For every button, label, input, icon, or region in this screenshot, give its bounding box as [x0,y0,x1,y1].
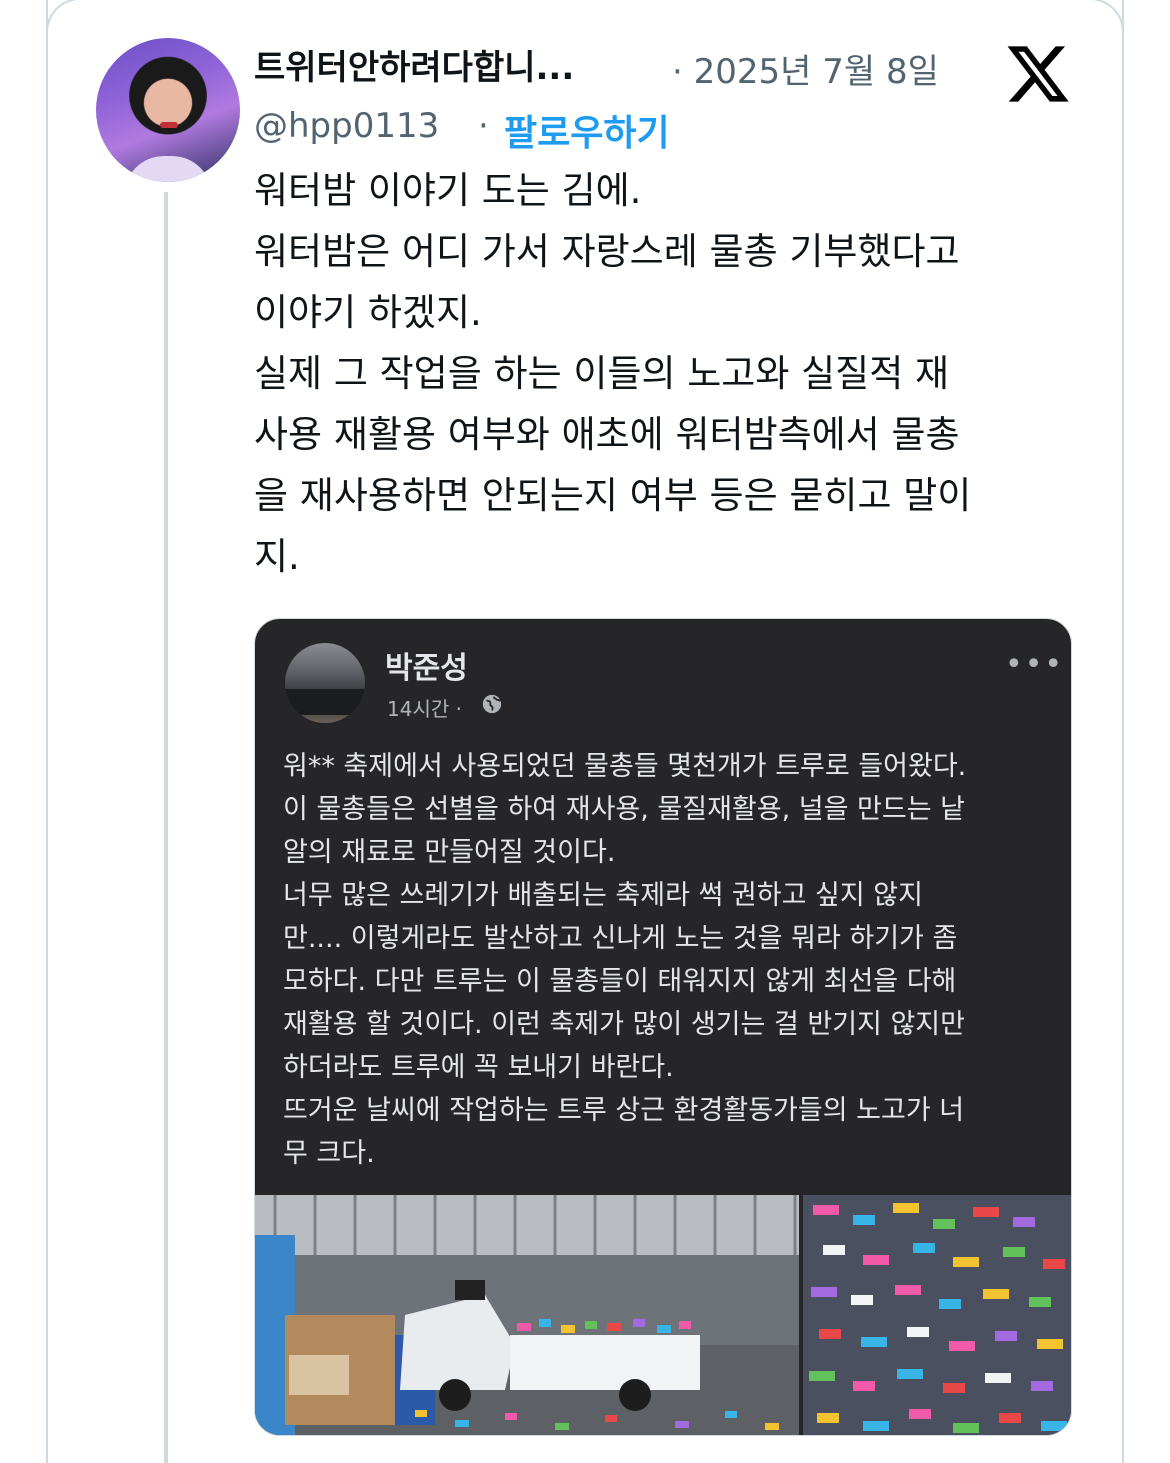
thread-line [164,192,168,1463]
post-text-line: 이 물총들은 선별을 하여 재사용, 물질재활용, 널을 만드는 낱 [283,794,965,825]
post-text-line: 만.... 이렇게라도 발산하고 신나게 노는 것을 뭐라 하기가 좀 [283,923,958,954]
post-time: 14시간 · [387,697,462,721]
tweet-date[interactable]: · 2025년 7월 8일 [672,44,939,93]
display-name[interactable]: 트위터안하려다합니... [254,40,574,89]
tweet-media-image[interactable]: 박준성 14시간 · ••• 워** 축제에서 사용되었던 물총들 몇천개가 트… [254,618,1072,1436]
post-text-line: 재활용 할 것이다. 이런 축제가 많이 생기는 걸 반기지 않지만 [283,1009,965,1040]
post-text-line: 뜨거운 날씨에 작업하는 트루 상근 환경활동가들의 노고가 너 [283,1095,965,1126]
post-text-line: 너무 많은 쓰레기가 배출되는 축제라 썩 권하고 싶지 않지 [283,880,923,911]
tweet-text-line: 실제 그 작업을 하는 이들의 노고와 실질적 재 [254,352,950,395]
post-author-name: 박준성 [385,651,468,686]
user-handle[interactable]: @hpp0113 [254,106,439,146]
tweet-text-line: 워터밤은 어디 가서 자랑스레 물총 기부했다고 [254,230,960,273]
tweet-text: 워터밤 이야기 도는 김에. 워터밤은 어디 가서 자랑스레 물총 기부했다고 … [254,160,1084,587]
tweet-text-line: 이야기 하겠지. [254,291,482,334]
avatar-shirt [124,156,212,182]
post-text: 워** 축제에서 사용되었던 물총들 몇천개가 트루로 들어왔다. 이 물총들은… [283,745,1053,1175]
post-author-avatar [285,643,365,723]
post-text-line: 워** 축제에서 사용되었던 물총들 몇천개가 트루로 들어왔다. [283,751,967,782]
avatar-mouth [160,122,178,128]
post-text-line: 무 크다. [283,1138,375,1169]
avatar[interactable] [96,38,240,182]
tweet-text-line: 지. [254,535,300,578]
tweet-text-line: 워터밤 이야기 도는 김에. [254,169,642,212]
post-text-line: 알의 재료로 만들어질 것이다. [283,837,616,868]
tweet-text-line: 을 재사용하면 안되는지 여부 등은 묻히고 말이 [254,474,972,517]
tweet-text-line: 사용 재활용 여부와 애초에 워터밤측에서 물총 [254,413,960,456]
post-text-line: 모하다. 다만 트루는 이 물총들이 태워지지 않게 최선을 다해 [283,966,957,997]
truck-photo [255,1195,799,1435]
post-text-line: 하더라도 트루에 꼭 보내기 바란다. [283,1052,674,1083]
more-options-icon: ••• [1005,647,1065,682]
globe-icon [482,694,502,714]
handle-separator: · [478,106,489,146]
water-guns-photo [803,1195,1071,1435]
x-logo-icon[interactable] [1004,40,1072,108]
follow-button[interactable]: 팔로우하기 [504,104,670,156]
